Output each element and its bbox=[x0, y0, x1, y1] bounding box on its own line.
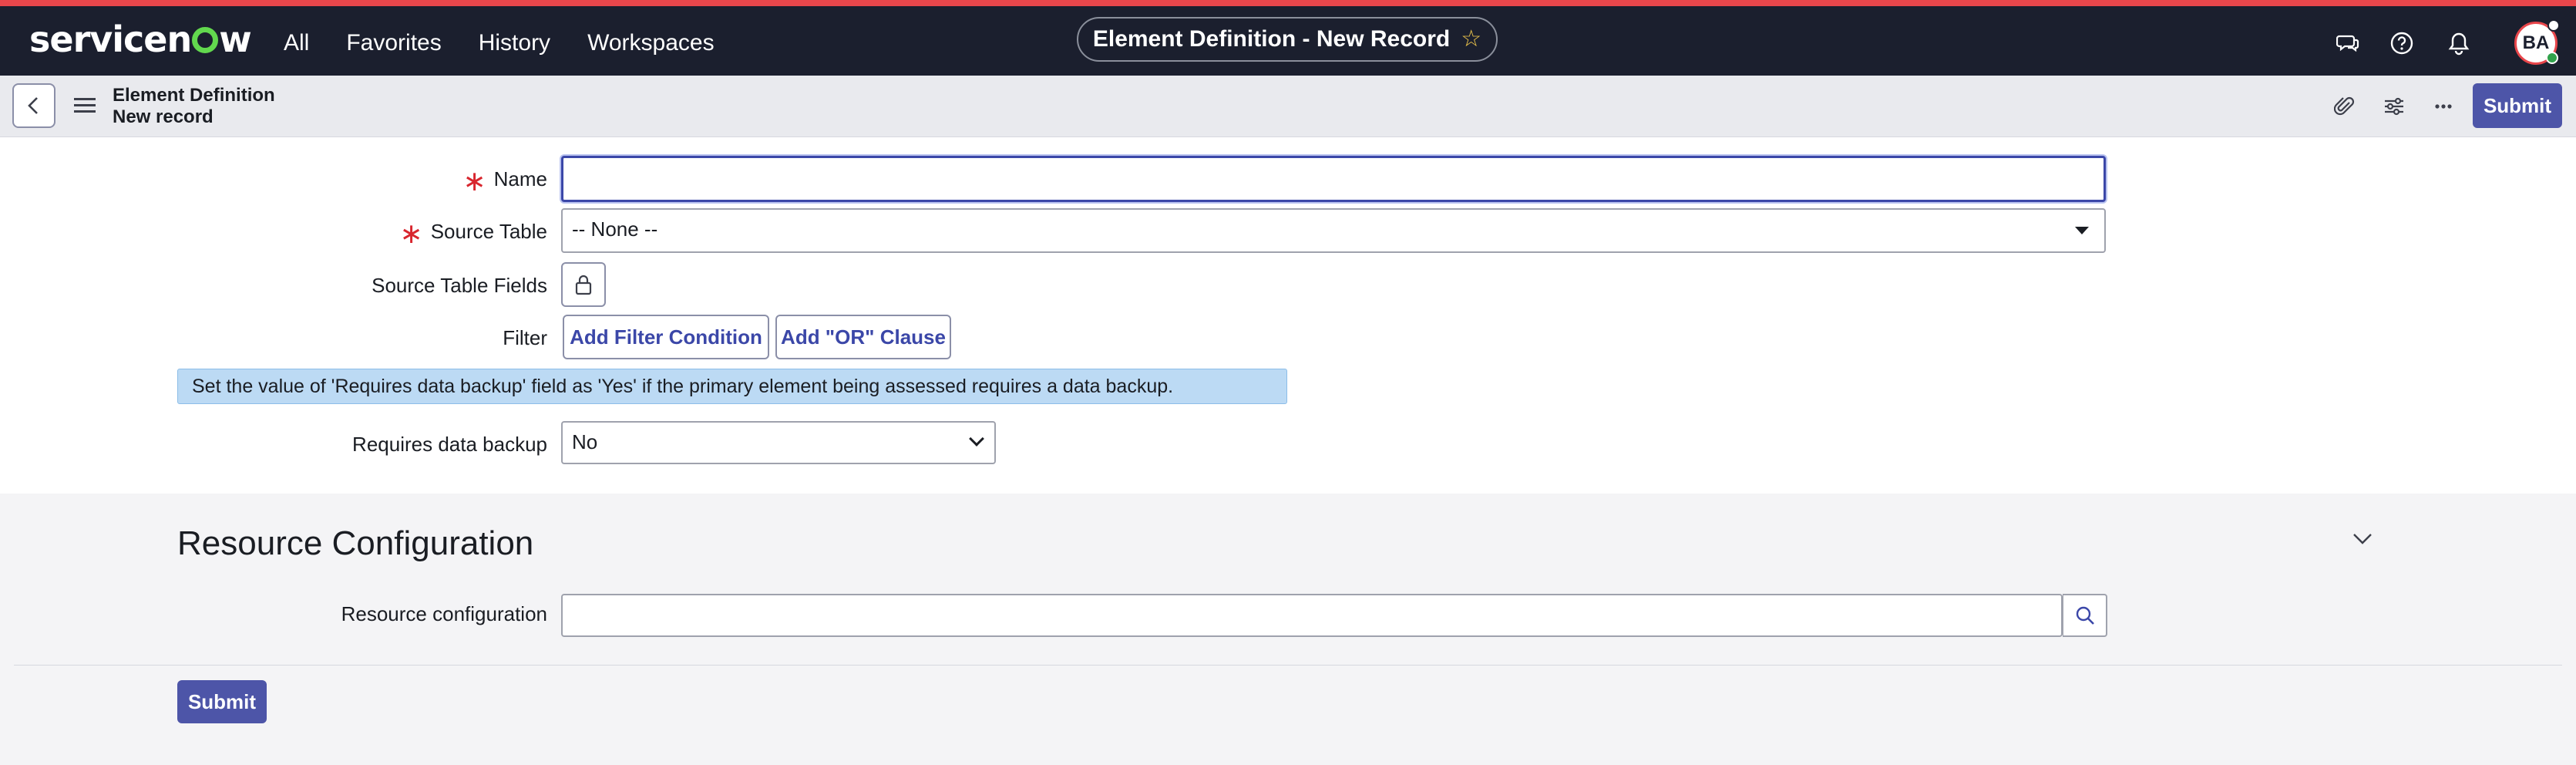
resource-configuration-input[interactable] bbox=[561, 594, 2063, 637]
submit-button-footer[interactable]: Submit bbox=[177, 680, 267, 723]
filter-label: Filter bbox=[503, 326, 547, 349]
avatar-status-ring bbox=[2547, 19, 2560, 32]
resource-configuration-label: Resource configuration bbox=[341, 602, 547, 625]
section-divider bbox=[14, 665, 2562, 666]
avatar-initials: BA bbox=[2522, 32, 2550, 53]
source-table-value: -- None -- bbox=[572, 217, 658, 241]
requires-data-backup-label: Requires data backup bbox=[352, 433, 547, 456]
top-navigation-bar: servicen w All Favorites History Workspac… bbox=[0, 0, 2576, 76]
form-header: Element Definition New record Submit bbox=[0, 76, 2576, 137]
unlock-fields-button[interactable] bbox=[561, 262, 606, 307]
requires-data-backup-value: No bbox=[572, 430, 598, 453]
attachment-paperclip-icon[interactable] bbox=[2329, 91, 2360, 122]
source-table-fields-label: Source Table Fields bbox=[372, 274, 547, 297]
nav-favorites[interactable]: Favorites bbox=[328, 26, 459, 60]
search-icon bbox=[2076, 606, 2094, 625]
requires-data-backup-select[interactable]: No bbox=[561, 421, 996, 464]
notifications-bell-icon[interactable] bbox=[2443, 28, 2474, 59]
personalize-form-icon[interactable] bbox=[2379, 91, 2410, 122]
collapse-section-chevron-icon[interactable] bbox=[2351, 527, 2374, 551]
context-menu-icon[interactable] bbox=[74, 94, 96, 117]
lock-icon bbox=[575, 275, 592, 295]
chat-icon[interactable] bbox=[2332, 28, 2363, 59]
submit-button-header[interactable]: Submit bbox=[2473, 83, 2562, 128]
more-options-icon[interactable] bbox=[2428, 91, 2459, 122]
record-title: Element Definition - New Record bbox=[1092, 26, 1451, 52]
source-table-select[interactable]: -- None -- bbox=[561, 208, 2106, 253]
add-filter-condition-button[interactable]: Add Filter Condition bbox=[563, 315, 769, 359]
name-input[interactable] bbox=[561, 156, 2106, 202]
required-asterisk-icon: ∗ bbox=[399, 217, 423, 249]
form-title-table: Element Definition bbox=[113, 85, 275, 106]
dropdown-caret-icon bbox=[2075, 227, 2089, 234]
resource-configuration-section: Resource Configuration Resource configur… bbox=[0, 494, 2576, 765]
required-asterisk-icon: ∗ bbox=[462, 165, 486, 197]
section-title: Resource Configuration bbox=[177, 524, 534, 562]
user-avatar[interactable]: BA bbox=[2514, 19, 2560, 65]
help-icon[interactable] bbox=[2386, 28, 2417, 59]
servicenow-logo[interactable]: servicen w bbox=[29, 20, 252, 59]
nav-all[interactable]: All bbox=[284, 26, 328, 60]
lookup-search-button[interactable] bbox=[2063, 594, 2107, 637]
favorite-star-icon[interactable]: ☆ bbox=[1461, 19, 1481, 60]
back-button[interactable] bbox=[12, 83, 55, 128]
name-label-text: Name bbox=[493, 167, 547, 190]
avatar-online-dot bbox=[2546, 52, 2558, 64]
form-title-record: New record bbox=[113, 106, 214, 127]
source-table-label: ∗ Source Table bbox=[399, 217, 547, 249]
form-title: Element Definition New record bbox=[113, 85, 275, 128]
main-nav-links: All Favorites History Workspaces bbox=[284, 26, 733, 60]
nav-workspaces[interactable]: Workspaces bbox=[569, 26, 733, 60]
nav-history[interactable]: History bbox=[460, 26, 569, 60]
info-message-banner: Set the value of 'Requires data backup' … bbox=[177, 369, 1287, 404]
source-table-label-text: Source Table bbox=[430, 220, 547, 243]
add-or-clause-button[interactable]: Add "OR" Clause bbox=[775, 315, 951, 359]
record-title-pill[interactable]: Element Definition - New Record ☆ bbox=[1077, 17, 1498, 62]
chevron-down-icon bbox=[969, 431, 984, 447]
name-label: ∗ Name bbox=[462, 165, 547, 197]
